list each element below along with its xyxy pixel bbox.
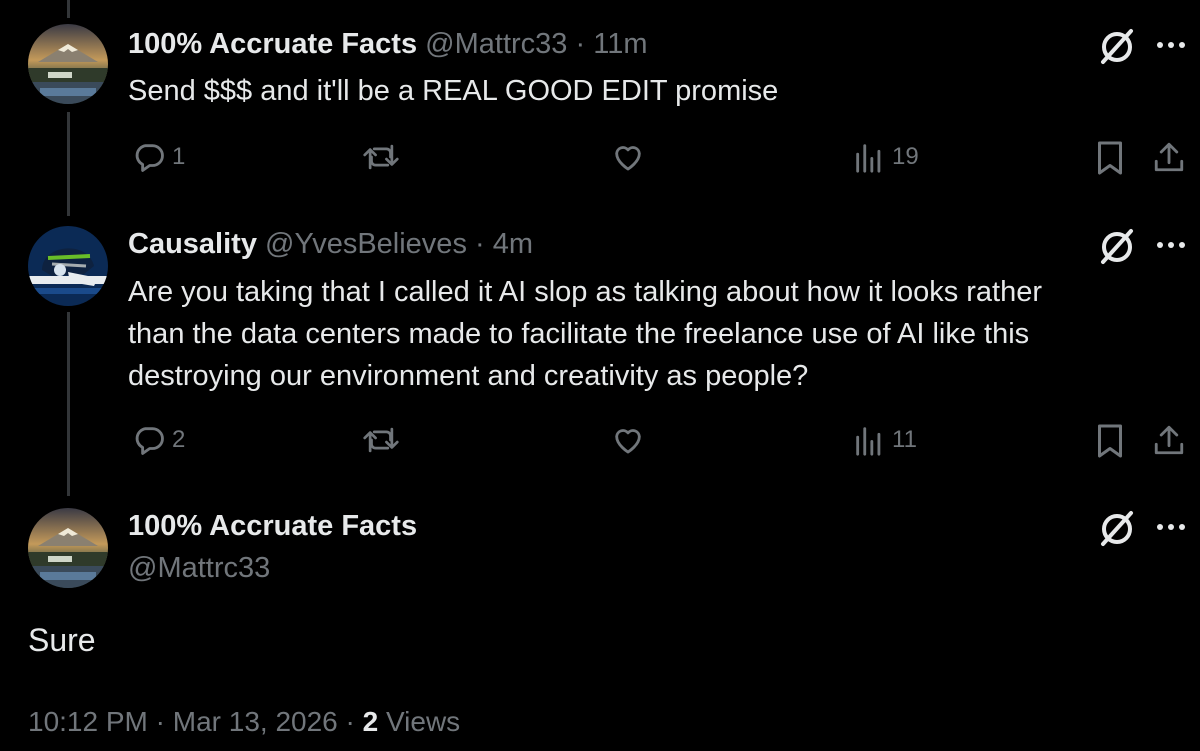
post-date[interactable]: Mar 13, 2026 (173, 706, 338, 737)
reply-button[interactable]: 2 (132, 423, 185, 457)
share-button[interactable] (1152, 140, 1186, 174)
like-button[interactable] (610, 140, 652, 174)
post-meta: 10:12 PM · Mar 13, 2026 · 2 Views (28, 706, 460, 738)
post-time[interactable]: 11m (593, 28, 647, 60)
reply-count: 2 (172, 426, 186, 453)
bookmark-icon (1098, 141, 1122, 175)
heart-icon (615, 429, 641, 454)
grok-icon[interactable] (1097, 226, 1137, 266)
view-count: 11 (892, 426, 917, 453)
share-button[interactable] (1152, 423, 1186, 457)
heart-icon (615, 146, 641, 171)
views-icon (856, 427, 881, 456)
like-button[interactable] (610, 423, 652, 457)
post-time[interactable]: 4m (493, 228, 533, 260)
view-count: 19 (892, 143, 919, 170)
retweet-button[interactable] (362, 423, 406, 457)
avatar[interactable] (28, 226, 108, 306)
share-icon (1154, 142, 1184, 172)
bookmark-icon (1098, 424, 1122, 458)
separator-dot: · (575, 28, 586, 60)
tweet-line: than the data centers made to facilitate… (128, 318, 1030, 350)
tweet-line: Are you taking that I called it AI slop … (128, 276, 1043, 308)
author-name[interactable]: Causality (128, 228, 257, 260)
more-icon[interactable] (1155, 522, 1187, 532)
thread-line-top (67, 0, 70, 18)
separator-dot: · (345, 706, 355, 737)
grok-icon[interactable] (1097, 26, 1137, 66)
tweet-text: Send $$$ and it'll be a REAL GOOD EDIT p… (128, 70, 778, 112)
tweet-line: destroying our environment and creativit… (128, 360, 809, 392)
reply-button[interactable]: 1 (132, 140, 185, 174)
tweet-line: Send $$$ and it'll be a REAL GOOD EDIT p… (128, 75, 779, 107)
tweet-text: Are you taking that I called it AI slop … (128, 271, 1042, 397)
separator-dot: · (155, 706, 165, 737)
retweet-button[interactable] (362, 140, 406, 174)
author-handle[interactable]: @YvesBelieves (265, 228, 467, 260)
views-label: Views (386, 706, 461, 737)
author-handle[interactable]: @Mattrc33 (128, 552, 270, 585)
avatar[interactable] (28, 508, 108, 588)
reply-icon (135, 144, 164, 172)
reply-icon (135, 427, 164, 455)
retweet-icon (363, 427, 399, 453)
views-button[interactable]: 11 (852, 423, 917, 457)
bookmark-button[interactable] (1094, 423, 1126, 459)
author-name[interactable]: 100% Accruate Facts (128, 510, 417, 543)
post-text: Sure (28, 622, 96, 658)
views-icon (856, 144, 881, 173)
thread-line-2 (67, 312, 70, 496)
avatar[interactable] (28, 24, 108, 104)
more-icon[interactable] (1155, 40, 1187, 50)
views-count: 2 (362, 706, 379, 737)
share-icon (1154, 425, 1184, 455)
separator-dot: · (475, 228, 485, 260)
bookmark-button[interactable] (1094, 140, 1126, 176)
reply-header: 100% Accruate Facts @Mattrc33 · 11m (128, 28, 647, 61)
author-handle[interactable]: @Mattrc33 (425, 28, 567, 60)
reply-count: 1 (172, 143, 186, 170)
thread-line-1 (67, 112, 70, 216)
grok-icon[interactable] (1097, 508, 1137, 548)
retweet-icon (363, 144, 399, 170)
more-icon[interactable] (1155, 240, 1187, 250)
author-name[interactable]: 100% Accruate Facts (128, 28, 417, 60)
views-button[interactable]: 19 (852, 140, 919, 174)
reply-header: Causality @YvesBelieves · 4m (128, 228, 533, 261)
post-time[interactable]: 10:12 PM (28, 706, 148, 737)
